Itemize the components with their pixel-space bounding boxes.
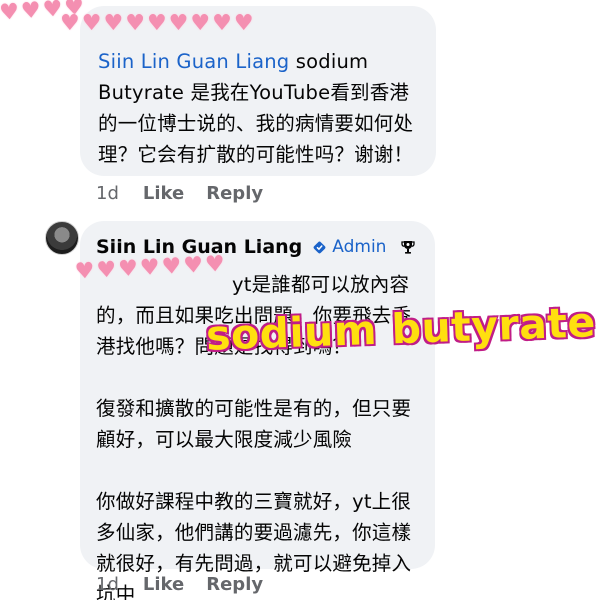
comment-1-like-button[interactable]: Like	[143, 183, 184, 204]
comment-2-reply-button[interactable]: Reply	[206, 574, 263, 595]
heart-icon: ♥	[0, 0, 20, 26]
shield-icon	[313, 241, 326, 253]
comment-1-mention[interactable]: Siin Lin Guan Liang	[98, 50, 289, 73]
comment-2-like-button[interactable]: Like	[143, 574, 184, 595]
comment-2-time[interactable]: 1d	[96, 574, 119, 595]
comment-2-meta: 1d Like Reply	[96, 574, 285, 595]
comment-1-time[interactable]: 1d	[96, 183, 119, 204]
avatar[interactable]	[45, 221, 79, 255]
heart-icon: ♥	[60, 11, 80, 36]
comment-2-paragraph-2: 復發和擴散的可能性是有的，但只要顧好，可以最大限度減少風險	[96, 397, 412, 451]
admin-badge: Admin	[312, 237, 386, 257]
comment-bubble-2: Siin Lin Guan Liang Admin yt是誰都可以放內容的，而且…	[80, 221, 435, 600]
comment-1-meta: 1d Like Reply	[96, 183, 285, 204]
admin-badge-label: Admin	[332, 237, 387, 257]
trophy-icon	[400, 239, 416, 255]
comment-1-reply-button[interactable]: Reply	[206, 183, 263, 204]
heart-icon: ♥	[20, 0, 42, 25]
heart-icon: ♥	[41, 0, 64, 23]
comment-2-author[interactable]: Siin Lin Guan Liang	[96, 236, 302, 258]
comment-thread: Siin Lin Guan Liang sodium Butyrate 是我在Y…	[0, 0, 600, 600]
comment-1-text: Siin Lin Guan Liang sodium Butyrate 是我在Y…	[98, 46, 414, 170]
comment-bubble-1: Siin Lin Guan Liang sodium Butyrate 是我在Y…	[80, 6, 436, 176]
comment-2-header: Siin Lin Guan Liang Admin	[96, 233, 417, 261]
